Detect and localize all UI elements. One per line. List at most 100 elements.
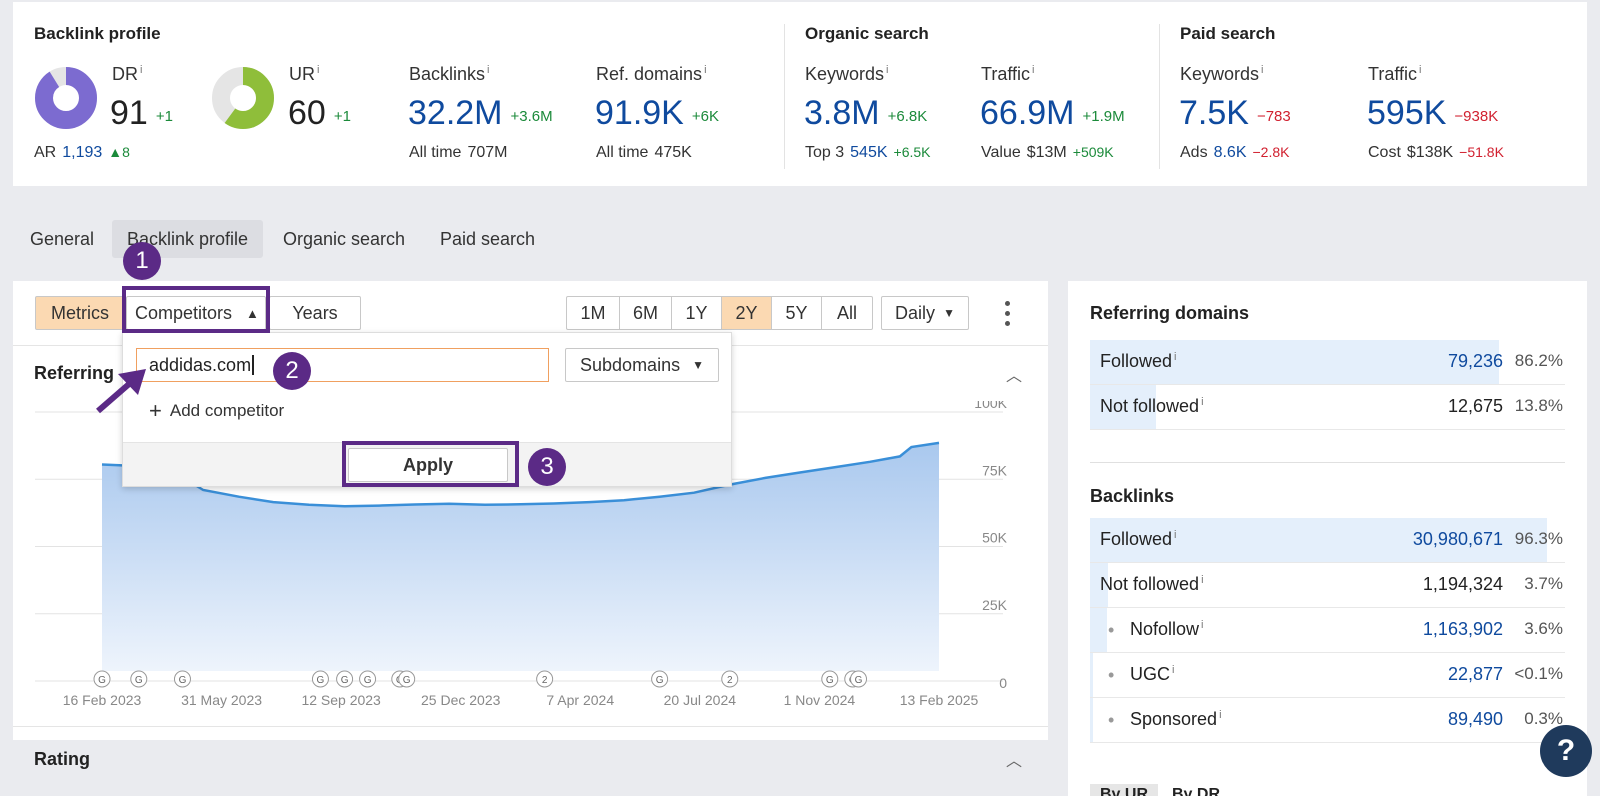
chart-annotation-marker: 2 (536, 670, 554, 688)
referring-domains-title: Referring domains (1090, 303, 1250, 323)
ur-value: 60 +1 (288, 94, 351, 132)
subdomains-select[interactable]: Subdomains ▼ (565, 348, 719, 382)
tab-organic-search[interactable]: Organic search (268, 220, 420, 258)
chart-annotation-label: G (855, 675, 863, 686)
range-1m[interactable]: 1M (566, 296, 620, 330)
backlinks-label: Backlinks i (409, 64, 490, 84)
chart-annotation-marker: G (130, 670, 148, 688)
paid-keywords-label: Keywords i (1180, 64, 1264, 84)
backlinks-value[interactable]: 22,877 (1448, 664, 1503, 685)
share-bar (1090, 608, 1108, 652)
collapse-chevron-icon[interactable]: ︿ (1006, 362, 1022, 386)
chart-annotation-label: 2 (727, 675, 733, 686)
ur-ring-chart (212, 67, 274, 129)
backlinks-label: UGC i (1130, 664, 1175, 684)
sort-by-ur-tab[interactable]: By UR (1090, 784, 1159, 796)
callout-arrow-icon (96, 369, 146, 414)
y-tick-label: 50K (982, 530, 1008, 546)
backlinks-label: Not followed i (1100, 574, 1204, 594)
organic-traffic-label: Traffic i (981, 64, 1035, 84)
range-5y[interactable]: 5Y (772, 296, 822, 330)
info-icon[interactable]: i (1219, 709, 1221, 721)
ref-domains-label: Ref. domains i (596, 64, 707, 84)
ref-domains-value[interactable]: 91.9K +6K (595, 94, 719, 136)
x-tick-label: 25 Dec 2023 (421, 692, 501, 708)
range-1y[interactable]: 1Y (672, 296, 722, 330)
chart-annotation-label: G (364, 675, 372, 686)
paid-ads: Ads 8.6K −2.8K (1180, 144, 1290, 161)
organic-search-title: Organic search (805, 24, 929, 43)
info-icon[interactable]: i (1201, 619, 1203, 631)
add-competitor-link[interactable]: + Add competitor (149, 398, 284, 424)
overview-card: Backlink profile DR i 91 +1 AR 1,193 ▲8 UR i … (13, 2, 1587, 186)
caret-down-icon: ▼ (943, 306, 955, 320)
more-options-icon[interactable] (1000, 298, 1014, 328)
chart-annotation-marker: G (93, 670, 111, 688)
backlinks-value[interactable]: 30,980,671 (1413, 529, 1503, 550)
x-tick-label: 16 Feb 2023 (63, 692, 142, 708)
ar-rank: AR 1,193 ▲8 (34, 144, 130, 161)
referring-domains-label: Not followed i (1100, 396, 1204, 416)
referring-domains-value[interactable]: 79,236 (1448, 351, 1503, 372)
x-tick-label: 20 Jul 2024 (664, 692, 737, 708)
x-tick-label: 12 Sep 2023 (301, 692, 381, 708)
range-2y[interactable]: 2Y (722, 296, 772, 330)
chart-annotation-marker: G (311, 670, 329, 688)
share-bar (1090, 698, 1093, 742)
competitor-domain-input[interactable]: addidas.com (136, 348, 549, 382)
metrics-button[interactable]: Metrics (35, 296, 125, 330)
backlinks-value[interactable]: 1,163,902 (1423, 619, 1503, 640)
help-button[interactable]: ? (1540, 725, 1592, 777)
organic-traffic-value[interactable]: 66.9M +1.9M (980, 94, 1125, 136)
range-6m[interactable]: 6M (620, 296, 672, 330)
backlinks-value[interactable]: 32.2M +3.6M (408, 94, 553, 136)
backlinks-row: • Sponsored i 89,490 0.3% (1090, 698, 1565, 743)
callout-number-1: 1 (123, 242, 161, 280)
paid-keywords-value[interactable]: 7.5K −783 (1179, 94, 1291, 136)
tab-paid-search[interactable]: Paid search (425, 220, 550, 258)
question-icon: ? (1556, 734, 1576, 767)
tab-general[interactable]: General (15, 220, 109, 258)
backlinks-label: Sponsored i (1130, 709, 1222, 729)
chart-annotation-marker: G (173, 670, 191, 688)
info-icon[interactable]: i (1172, 664, 1174, 676)
chart-annotation-marker: G (359, 670, 377, 688)
range-all[interactable]: All (822, 296, 873, 330)
text-cursor (252, 355, 255, 375)
chart-annotation-label: G (341, 675, 349, 686)
backlinks-label: Followed i (1100, 529, 1177, 549)
paid-traffic-label: Traffic i (1368, 64, 1422, 84)
collapse-chevron-icon[interactable]: ︿ (1006, 747, 1022, 771)
ref-domains-all-time: All time 475K (596, 144, 692, 161)
backlinks-percent: 3.6% (1524, 619, 1563, 638)
backlinks-row: • UGC i 22,877 <0.1% (1090, 653, 1565, 698)
backlinks-title: Backlinks (1090, 486, 1175, 506)
organic-keywords-value[interactable]: 3.8M +6.8K (804, 94, 927, 136)
section-divider (784, 24, 785, 169)
referring-domains-label: Followed i (1100, 351, 1177, 371)
info-icon[interactable]: i (1174, 351, 1176, 363)
years-button[interactable]: Years (269, 296, 361, 330)
chart-annotation-label: G (403, 675, 411, 686)
info-icon[interactable]: i (1201, 396, 1203, 408)
organic-keywords-label: Keywords i (805, 64, 889, 84)
bullet-icon: • (1108, 665, 1115, 685)
backlinks-row: Not followed i 1,194,324 3.7% (1090, 563, 1565, 608)
subdomains-label: Subdomains (580, 354, 681, 375)
chart-annotation-marker: G (336, 670, 354, 688)
sort-by-dr-tab[interactable]: By DR (1172, 786, 1220, 796)
x-tick-label: 13 Feb 2025 (900, 692, 979, 708)
bullet-icon: • (1108, 710, 1115, 730)
x-tick-label: 31 May 2023 (181, 692, 262, 708)
chart-annotation-label: G (656, 675, 664, 686)
paid-traffic-value[interactable]: 595K −938K (1367, 94, 1498, 136)
info-icon[interactable]: i (1201, 574, 1203, 586)
y-tick-label: 75K (982, 462, 1008, 478)
interval-select[interactable]: Daily ▼ (881, 296, 969, 330)
chart-annotation-marker: G (398, 670, 416, 688)
y-tick-label: 0 (999, 675, 1007, 691)
y-tick-label: 100K (974, 401, 1007, 411)
paid-search-title: Paid search (1180, 24, 1276, 43)
backlinks-value[interactable]: 89,490 (1448, 709, 1503, 730)
info-icon[interactable]: i (1174, 529, 1176, 541)
